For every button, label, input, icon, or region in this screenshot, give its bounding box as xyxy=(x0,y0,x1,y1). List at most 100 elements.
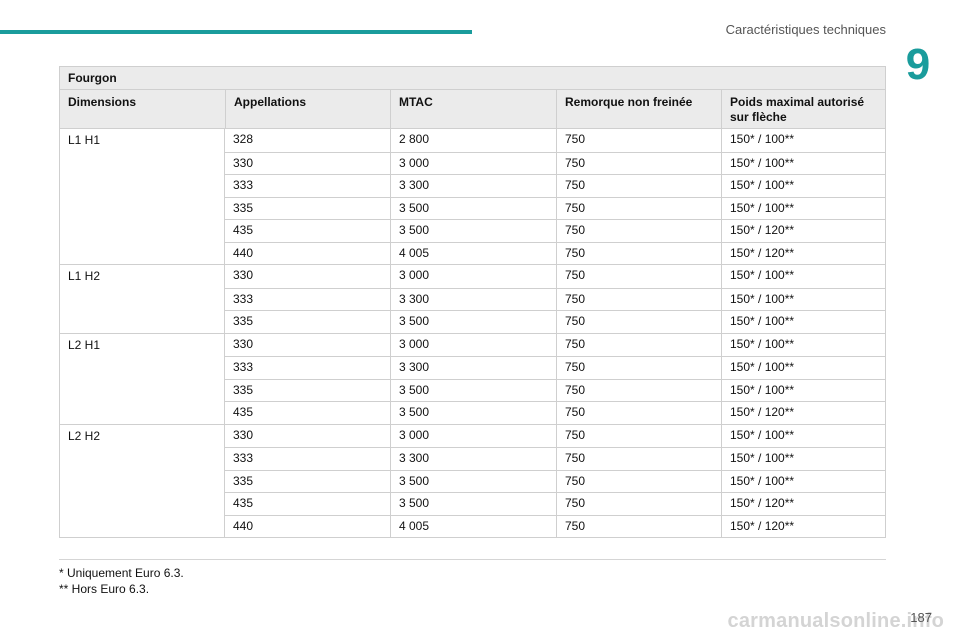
table-row: 330 3 000 750 150* / 100** xyxy=(225,265,885,288)
drawbar-weight-cell: 150* / 100** xyxy=(721,448,885,470)
group-rows: 328 2 800 750 150* / 100** 330 3 000 750 150* /… xyxy=(224,129,885,264)
column-header-dimensions: Dimensions xyxy=(68,95,137,109)
appellation-cell: 330 xyxy=(233,336,254,351)
table-row: 330 3 000 750 150* / 100** xyxy=(225,333,885,356)
table-group: L2 H2 330 3 000 750 150* / 100** 333 3 300 750 1… xyxy=(60,423,885,537)
mtac-cell: 3 000 xyxy=(390,265,556,288)
table-row: 333 3 300 750 150* / 100** xyxy=(225,287,885,310)
appellation-cell: 440 xyxy=(233,518,254,533)
table-row: 335 3 500 750 150* / 100** xyxy=(225,310,885,333)
drawbar-weight-cell: 150* / 120** xyxy=(721,242,885,264)
mtac-cell: 3 500 xyxy=(390,470,556,492)
mtac-cell: 3 300 xyxy=(390,175,556,197)
drawbar-weight-cell: 150* / 100** xyxy=(721,424,885,447)
drawbar-weight-cell: 150* / 100** xyxy=(721,197,885,219)
mtac-cell: 3 500 xyxy=(390,197,556,219)
table-row: 328 2 800 750 150* / 100** xyxy=(225,129,885,152)
appellation-cell: 440 xyxy=(233,245,254,260)
drawbar-weight-cell: 150* / 100** xyxy=(721,333,885,356)
chapter-number: 9 xyxy=(905,40,931,89)
unbraked-trailer-cell: 750 xyxy=(556,402,721,424)
appellation-cell: 333 xyxy=(233,178,254,192)
footnote: ** Hors Euro 6.3. xyxy=(59,582,150,596)
unbraked-trailer-cell: 750 xyxy=(556,242,721,264)
drawbar-weight-cell: 150* / 120** xyxy=(721,220,885,242)
table-row: 335 3 500 750 150* / 100** xyxy=(225,196,885,219)
table-row: 435 3 500 750 150* / 120** xyxy=(225,401,885,424)
unbraked-trailer-cell: 750 xyxy=(556,333,721,356)
mtac-cell: 3 500 xyxy=(390,402,556,424)
table-group: L1 H1 328 2 800 750 150* / 100** 330 3 000 750 1… xyxy=(60,128,885,264)
footnotes: * Uniquement Euro 6.3. ** Hors Euro 6.3. xyxy=(59,565,184,597)
table-row: 333 3 300 750 150* / 100** xyxy=(225,447,885,470)
table-row: 335 3 500 750 150* / 100** xyxy=(225,469,885,492)
drawbar-weight-cell: 150* / 100** xyxy=(721,175,885,197)
mtac-cell: 3 000 xyxy=(390,424,556,447)
unbraked-trailer-cell: 750 xyxy=(556,197,721,219)
group-rows: 330 3 000 750 150* / 100** 333 3 300 750 150* /… xyxy=(224,265,885,333)
appellation-cell: 330 xyxy=(233,268,254,282)
table-row: 330 3 000 750 150* / 100** xyxy=(225,424,885,447)
mtac-cell: 3 500 xyxy=(390,493,556,515)
mtac-cell: 4 005 xyxy=(390,242,556,264)
drawbar-weight-cell: 150* / 100** xyxy=(721,470,885,492)
mtac-cell: 3 500 xyxy=(390,311,556,333)
drawbar-weight-cell: 150* / 120** xyxy=(721,402,885,424)
table-row: 335 3 500 750 150* / 100** xyxy=(225,378,885,401)
appellation-cell: 335 xyxy=(233,314,254,328)
appellation-cell: 435 xyxy=(233,405,254,419)
drawbar-weight-cell: 150* / 100** xyxy=(721,379,885,401)
column-header-appellations: Appellations xyxy=(225,90,390,128)
group-rows: 330 3 000 750 150* / 100** 333 3 300 750 150* /… xyxy=(224,424,885,537)
unbraked-trailer-cell: 750 xyxy=(556,288,721,310)
column-header-max-drawbar-weight: Poids maximal autorisé sur flèche xyxy=(721,90,885,128)
table-row: 435 3 500 750 150* / 120** xyxy=(225,492,885,515)
dimension-cell: L1 H2 xyxy=(68,269,101,283)
appellation-cell: 435 xyxy=(233,496,254,510)
appellation-cell: 333 xyxy=(233,360,254,374)
appellation-cell: 328 xyxy=(233,132,254,146)
appellation-cell: 330 xyxy=(233,427,254,442)
unbraked-trailer-cell: 750 xyxy=(556,424,721,447)
unbraked-trailer-cell: 750 xyxy=(556,311,721,333)
appellation-cell: 333 xyxy=(233,451,254,465)
mtac-cell: 3 500 xyxy=(390,220,556,242)
unbraked-trailer-cell: 750 xyxy=(556,129,721,152)
unbraked-trailer-cell: 750 xyxy=(556,220,721,242)
mtac-cell: 3 300 xyxy=(390,357,556,379)
unbraked-trailer-cell: 750 xyxy=(556,470,721,492)
appellation-cell: 333 xyxy=(233,291,254,306)
specs-table: Fourgon Dimensions Appellations MTAC Rem… xyxy=(59,66,886,538)
mtac-cell: 3 000 xyxy=(390,333,556,356)
column-header-unbraked-trailer: Remorque non freinée xyxy=(556,90,721,128)
mtac-cell: 3 300 xyxy=(390,448,556,470)
dimension-cell: L2 H2 xyxy=(68,428,101,443)
unbraked-trailer-cell: 750 xyxy=(556,152,721,174)
unbraked-trailer-cell: 750 xyxy=(556,493,721,515)
drawbar-weight-cell: 150* / 100** xyxy=(721,311,885,333)
unbraked-trailer-cell: 750 xyxy=(556,379,721,401)
appellation-cell: 335 xyxy=(233,382,254,397)
mtac-cell: 3 500 xyxy=(390,379,556,401)
table-header-row: Dimensions Appellations MTAC Remorque no… xyxy=(60,89,885,128)
table-row: 333 3 300 750 150* / 100** xyxy=(225,356,885,379)
table-group: L2 H1 330 3 000 750 150* / 100** 333 3 300 750 1… xyxy=(60,332,885,424)
table-body: L1 H1 328 2 800 750 150* / 100** 330 3 000 750 1… xyxy=(60,128,885,537)
drawbar-weight-cell: 150* / 120** xyxy=(721,515,885,537)
mtac-cell: 2 800 xyxy=(390,129,556,152)
appellation-cell: 435 xyxy=(233,223,254,237)
drawbar-weight-cell: 150* / 120** xyxy=(721,493,885,515)
table-row: 435 3 500 750 150* / 120** xyxy=(225,219,885,242)
drawbar-weight-cell: 150* / 100** xyxy=(721,152,885,174)
dimension-cell: L2 H1 xyxy=(68,337,101,352)
table-title: Fourgon xyxy=(68,71,117,85)
dimension-cell: L1 H1 xyxy=(68,133,101,147)
mtac-cell: 3 300 xyxy=(390,288,556,310)
mtac-cell: 4 005 xyxy=(390,515,556,537)
drawbar-weight-cell: 150* / 100** xyxy=(721,129,885,152)
unbraked-trailer-cell: 750 xyxy=(556,357,721,379)
appellation-cell: 330 xyxy=(233,155,254,170)
group-rows: 330 3 000 750 150* / 100** 333 3 300 750 150* /… xyxy=(224,333,885,424)
table-title-row: Fourgon xyxy=(60,67,885,89)
unbraked-trailer-cell: 750 xyxy=(556,265,721,288)
